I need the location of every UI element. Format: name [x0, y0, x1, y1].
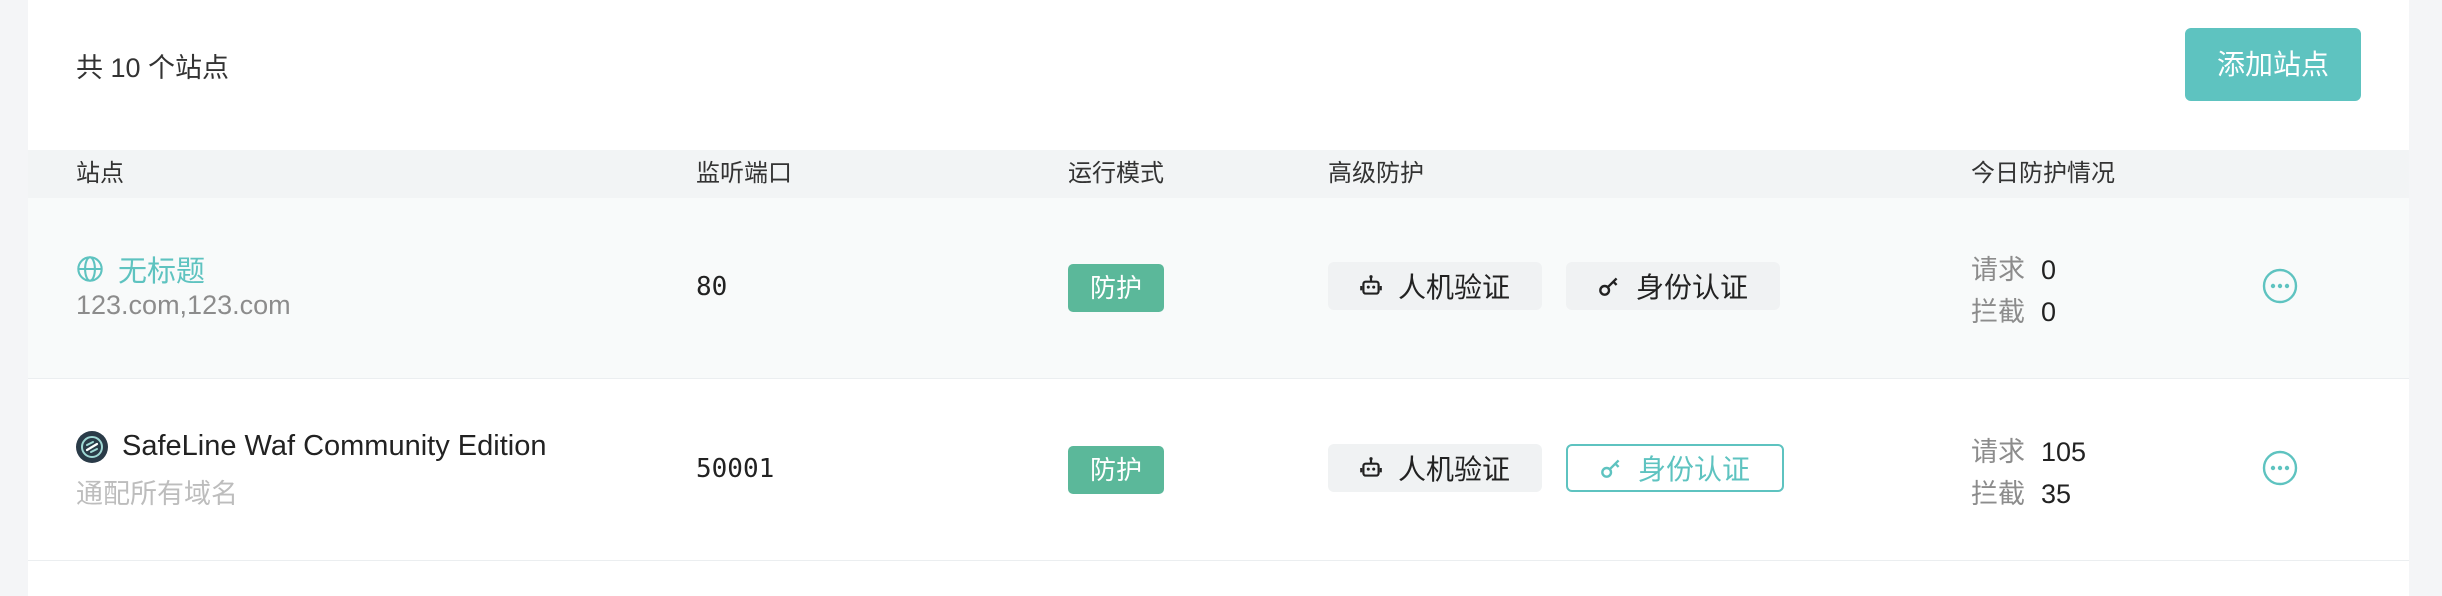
site-name: 无标题	[118, 256, 206, 288]
globe-icon	[77, 256, 103, 282]
requests-label: 请求	[1971, 437, 2025, 467]
site-domain: 123.com,123.com	[76, 290, 291, 320]
auth-label: 身份认证	[1638, 454, 1751, 485]
requests-value: 105	[2041, 437, 2087, 467]
blocked-value: 35	[2041, 479, 2072, 509]
column-header-today-stats: 今日防护情况	[1971, 160, 2115, 187]
site-name-link[interactable]: 无标题	[76, 248, 205, 290]
column-header-site: 站点	[76, 160, 124, 187]
robot-icon	[1360, 457, 1382, 477]
mode-badge: 防护	[1068, 264, 1164, 312]
site-name-link[interactable]: SafeLine Waf Community Edition	[76, 430, 546, 463]
column-header-advanced-protection: 高级防护	[1328, 160, 1424, 187]
blocked-stat: 拦截 0	[1971, 290, 2056, 329]
more-options-icon[interactable]	[2262, 450, 2298, 486]
toolbar: 共 10 个站点 添加站点	[28, 0, 2409, 150]
sites-panel: 共 10 个站点 添加站点 站点 监听端口 运行模式 高级防护 今日防护情况 无…	[28, 0, 2409, 596]
blocked-value: 0	[2041, 297, 2057, 327]
requests-stat: 请求 0	[1971, 248, 2056, 287]
site-domain: 通配所有域名	[76, 479, 238, 509]
more-options-icon[interactable]	[2262, 268, 2298, 304]
site-count-text: 共 10 个站点	[76, 53, 230, 83]
listen-port: 50001	[696, 454, 775, 484]
blocked-stat: 拦截 35	[1971, 472, 2071, 511]
blocked-label: 拦截	[1971, 297, 2025, 327]
add-site-button[interactable]: 添加站点	[2185, 28, 2361, 101]
robot-icon	[1360, 275, 1382, 295]
safeline-logo-icon	[76, 430, 108, 463]
blocked-label: 拦截	[1971, 479, 2025, 509]
table-row[interactable]: SafeLine Waf Community Edition 通配所有域名 50…	[28, 380, 2409, 561]
captcha-tag[interactable]: 人机验证	[1328, 262, 1542, 310]
column-header-port: 监听端口	[696, 160, 792, 187]
requests-value: 0	[2041, 255, 2057, 285]
key-icon	[1599, 277, 1618, 296]
auth-tag[interactable]: 身份认证	[1566, 444, 1784, 492]
auth-tag[interactable]: 身份认证	[1566, 262, 1780, 310]
captcha-tag[interactable]: 人机验证	[1328, 444, 1542, 492]
captcha-label: 人机验证	[1398, 272, 1511, 303]
auth-label: 身份认证	[1636, 272, 1749, 303]
mode-badge: 防护	[1068, 446, 1164, 494]
table-row[interactable]: 无标题 123.com,123.com 80 防护 人机验证 身份认证 请求 0…	[28, 198, 2409, 379]
column-header-mode: 运行模式	[1068, 160, 1164, 187]
key-icon	[1601, 459, 1620, 478]
captcha-label: 人机验证	[1398, 454, 1511, 485]
listen-port: 80	[696, 272, 728, 302]
requests-stat: 请求 105	[1971, 430, 2086, 469]
requests-label: 请求	[1971, 255, 2025, 285]
table-header: 站点 监听端口 运行模式 高级防护 今日防护情况	[28, 150, 2409, 198]
site-name: SafeLine Waf Community Edition	[122, 430, 547, 462]
